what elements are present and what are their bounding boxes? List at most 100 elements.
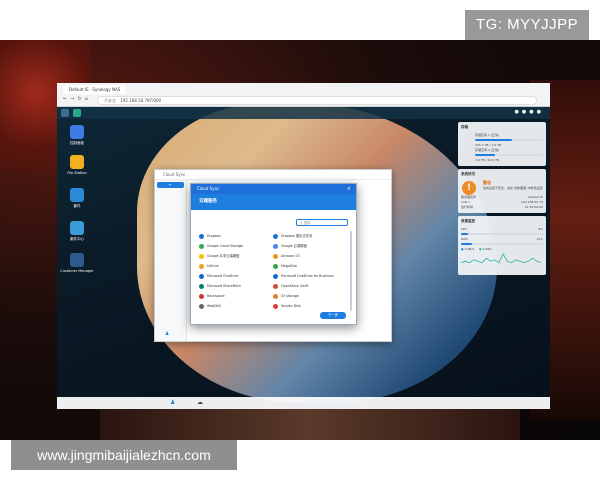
provider-name: S3 storage (281, 294, 299, 298)
provider-logo-icon (199, 253, 204, 259)
user-dock-icon[interactable]: ♟ (170, 399, 175, 406)
package-center-icon (70, 221, 84, 235)
desktop-icon-control-panel[interactable]: 控制面板 (57, 125, 97, 146)
provider-item[interactable]: Google 共享云端硬盘 (199, 251, 273, 261)
provider-item[interactable]: Amazon S3 (273, 251, 347, 261)
provider-item[interactable]: Yandex Disk (273, 301, 347, 311)
dialog-title: Cloud Sync (197, 186, 220, 191)
screenshot-stage: Default IE · Synology NAS ←→↻⌂ 不安全 192.1… (0, 0, 600, 480)
storage-widget: 存储 存储空间 1 (正常) 225.7 TB / 1.0 TB 存储空间 2 … (458, 122, 546, 166)
volume-2-size: 2.6 TB / 10.0 TB (475, 158, 500, 162)
volume-2-fill (475, 154, 496, 156)
desktop-icon-customer-manager[interactable]: Customer Manager (57, 253, 97, 273)
provider-item[interactable]: MegaDisk (273, 261, 347, 271)
volume-2-name: 存储空间 2 (正常) (475, 148, 500, 152)
sidebar-back-button[interactable]: ← (157, 182, 184, 188)
provider-name: Google 云端硬盘 (281, 244, 307, 248)
search-input[interactable]: ⚲ 搜索 (296, 219, 348, 226)
provider-item[interactable]: Microsoft OneDrive (199, 271, 273, 281)
storage-widget-title: 存储 (461, 125, 468, 129)
warning-message[interactable]: 您的设置不安全，请在"控制面板"中修改设置 (483, 186, 543, 191)
bottom-dock: ♟ ☁ (57, 397, 550, 409)
provider-logo-icon (273, 293, 278, 299)
next-button[interactable]: 下一步 (320, 312, 346, 319)
address-bar[interactable]: 不安全 192.168.50.797/000 (97, 96, 537, 105)
warning-icon: ! (462, 181, 476, 195)
provider-logo-icon (199, 233, 204, 239)
provider-row: hiDrive MegaDisk (199, 261, 347, 271)
taskbar-right-icons[interactable]: ●●●● (515, 109, 544, 115)
user-icon[interactable]: ♟ (165, 331, 169, 337)
cpu-fill (461, 233, 468, 235)
provider-name: WebDAV (207, 304, 221, 308)
ram-label: RAM (461, 237, 468, 241)
provider-item[interactable]: Rackspace (199, 291, 273, 301)
provider-name: Google Cloud Storage (207, 244, 244, 248)
provider-item[interactable]: Microsoft SharePoint (199, 281, 273, 291)
customer-manager-icon (70, 253, 84, 267)
upload-legend: 0 KB/s (464, 247, 475, 251)
provider-row: Dropbox Dropbox 团队文件夹 (199, 231, 347, 241)
network-line (460, 253, 542, 264)
provider-name: Rackspace (207, 294, 225, 298)
network-sparkline (460, 253, 542, 264)
volume-1-bar (475, 139, 543, 141)
provider-row: Google 共享云端硬盘 Amazon S3 (199, 251, 347, 261)
browser-tab[interactable]: Default IE · Synology NAS (63, 85, 127, 94)
provider-item[interactable]: Dropbox 团队文件夹 (273, 231, 347, 241)
provider-row: WebDAV Yandex Disk (199, 301, 347, 311)
provider-logo-icon (199, 263, 204, 269)
provider-item[interactable]: WebDAV (199, 301, 273, 311)
provider-name: Microsoft SharePoint (207, 284, 241, 288)
provider-name: MegaDisk (281, 264, 298, 268)
site-watermark: www.jingmibaijialezhcn.com (11, 440, 237, 470)
download-legend: 0 KB/s (482, 247, 493, 251)
resource-widget-title: 资源监控 (461, 219, 475, 223)
provider-item[interactable]: Microsoft OneDrive for Business (273, 271, 347, 281)
desktop-icon-package[interactable]: 套件 (57, 188, 97, 209)
close-icon[interactable]: × (347, 184, 351, 194)
provider-logo-icon (273, 233, 278, 239)
provider-name: Microsoft OneDrive (207, 274, 239, 278)
window-title: Cloud Sync (155, 170, 391, 180)
provider-row: Rackspace S3 storage (199, 291, 347, 301)
dialog-scrollbar[interactable] (350, 231, 352, 311)
provider-item[interactable]: S3 storage (273, 291, 347, 301)
provider-item[interactable]: Dropbox (199, 231, 273, 241)
main-menu-button[interactable] (61, 109, 69, 117)
cpu-label: CPU (461, 227, 468, 231)
provider-name: Dropbox (207, 234, 221, 238)
provider-row: Microsoft OneDrive Microsoft OneDrive for… (199, 271, 347, 281)
cloud-dock-icon[interactable]: ☁ (197, 399, 203, 406)
desktop-icon-package-center[interactable]: 套件中心 (57, 221, 97, 242)
provider-logo-icon (273, 253, 278, 259)
folder-icon (70, 155, 84, 169)
provider-name: Amazon S3 (281, 254, 300, 258)
browser-nav-icons[interactable]: ←→↻⌂ (63, 96, 91, 102)
monitor-screen: Default IE · Synology NAS ←→↻⌂ 不安全 192.1… (57, 83, 550, 409)
package-icon (70, 188, 84, 202)
system-health-widget: 系统状况 ! 警告 您的设置不安全，请在"控制面板"中修改设置 服务器名称 Def… (458, 169, 546, 213)
provider-item[interactable]: Google 云端硬盘 (273, 241, 347, 251)
lock-icon: 不安全 (104, 98, 116, 103)
open-app-button[interactable] (73, 109, 81, 117)
provider-logo-icon (199, 243, 204, 249)
provider-item[interactable]: hiDrive (199, 261, 273, 271)
provider-logo-icon (199, 293, 204, 299)
dsm-taskbar: ●●●● (57, 107, 550, 119)
ram-fill (461, 243, 472, 245)
ram-value: 13% (536, 237, 543, 241)
provider-item[interactable]: Google Cloud Storage (199, 241, 273, 251)
widget-panel: 存储 存储空间 1 (正常) 225.7 TB / 1.0 TB 存储空间 2 … (458, 122, 546, 278)
tg-watermark: TG: MYYJJPP (465, 10, 589, 40)
provider-row: Google Cloud Storage Google 云端硬盘 (199, 241, 347, 251)
provider-logo-icon (273, 283, 278, 289)
provider-item[interactable]: OpenStack Swift (273, 281, 347, 291)
provider-name: OpenStack Swift (281, 284, 309, 288)
provider-logo-icon (273, 303, 278, 309)
desktop-icon-file-station[interactable]: File Station (57, 155, 97, 175)
health-widget-title: 系统状况 (461, 172, 475, 176)
provider-grid: Dropbox Dropbox 团队文件夹 Google Cloud Storage… (199, 231, 347, 311)
health-row-value: 21:35:06:00 (524, 205, 543, 209)
provider-logo-icon (273, 273, 278, 279)
